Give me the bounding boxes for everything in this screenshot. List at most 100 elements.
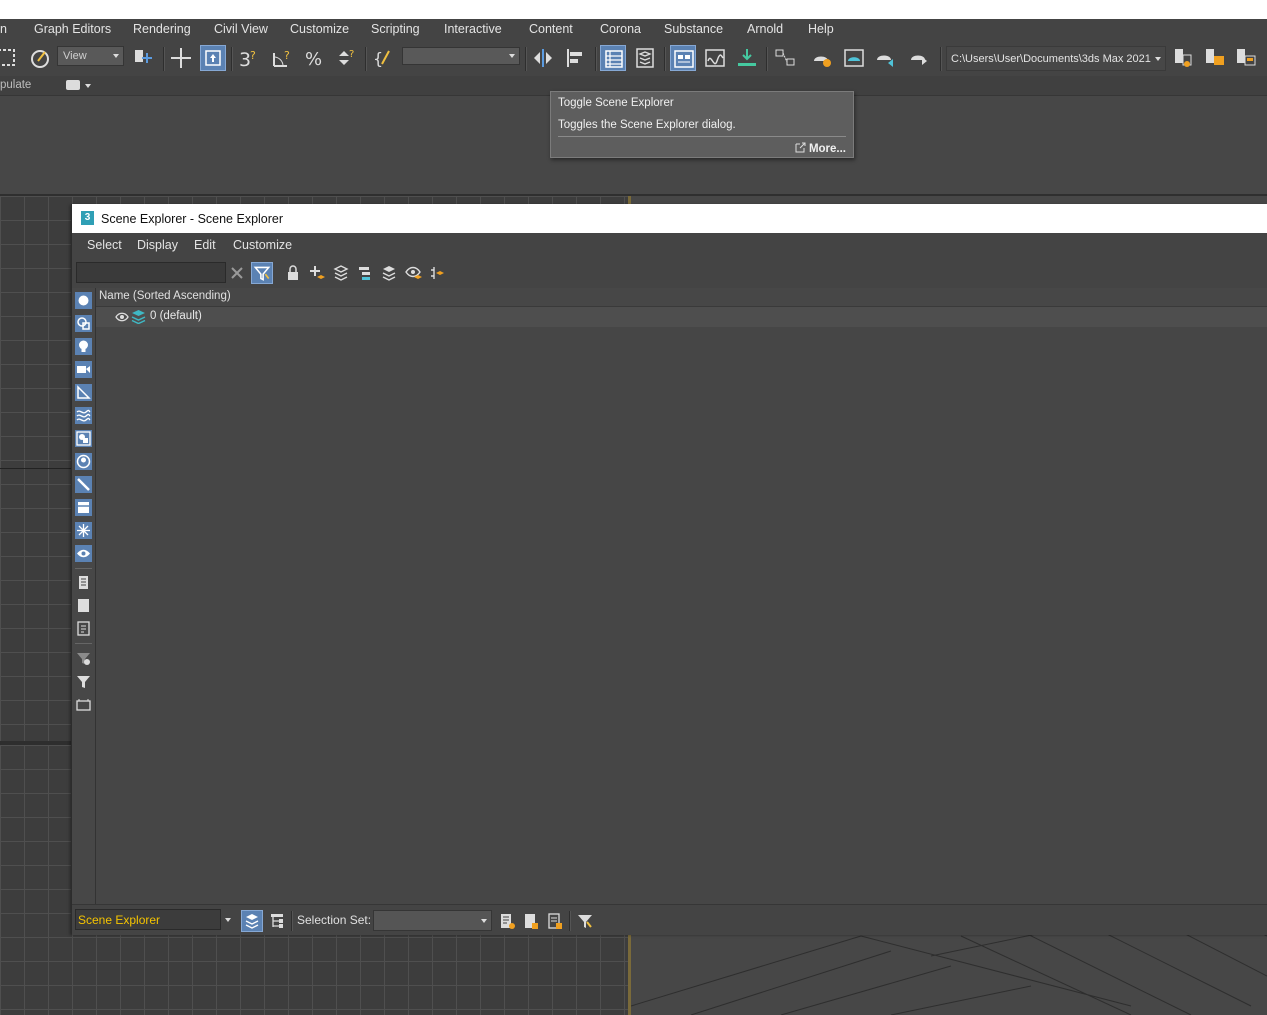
remove-from-selection-set-icon[interactable]	[545, 911, 565, 931]
se-menu-edit[interactable]: Edit	[194, 238, 216, 252]
display-filter-settings-icon[interactable]	[75, 650, 92, 667]
spinner-snap-icon[interactable]: ?	[333, 45, 359, 71]
project-folder-combo[interactable]: C:\Users\User\Documents\3ds Max 2021	[946, 46, 1166, 71]
select-manipulate-icon[interactable]	[168, 45, 194, 71]
list-item[interactable]: 0 (default)	[96, 307, 1267, 327]
display-space-warps-icon[interactable]	[75, 407, 92, 424]
display-all-icon[interactable]	[75, 574, 92, 591]
menu-item-partial[interactable]: n	[0, 22, 7, 36]
menu-substance[interactable]: Substance	[664, 22, 723, 36]
scene-search-input[interactable]	[76, 262, 226, 283]
display-xrefs-icon[interactable]	[75, 453, 92, 470]
keyboard-shortcut-toggle-icon[interactable]	[200, 45, 226, 71]
display-cameras-icon[interactable]	[75, 361, 92, 378]
main-toolbar: View 3? ? % ? { C:\Users\User\Documents\…	[0, 41, 1267, 76]
menu-rendering[interactable]: Rendering	[133, 22, 191, 36]
rendered-frame-window-icon[interactable]	[841, 45, 867, 71]
toggle-scene-explorer-icon[interactable]	[600, 45, 626, 71]
sort-by-hierarchy-icon[interactable]	[267, 911, 287, 931]
project-open-icon[interactable]	[1171, 45, 1197, 71]
scene-explorer-bottom-bar: Scene Explorer Selection Set:	[72, 904, 1267, 935]
percent-snap-icon[interactable]: %	[302, 45, 328, 71]
svg-text:?: ?	[250, 49, 256, 62]
scene-explorer-titlebar[interactable]: 3 Scene Explorer - Scene Explorer	[72, 204, 1267, 233]
filter-toggle-icon[interactable]	[251, 262, 273, 284]
display-filter-icon[interactable]	[75, 673, 92, 690]
add-to-active-layer-icon[interactable]	[332, 264, 350, 282]
visibility-eye-icon[interactable]	[115, 310, 129, 324]
mirror-icon[interactable]	[530, 45, 556, 71]
selection-set-combo[interactable]	[373, 910, 492, 931]
display-none-icon[interactable]	[75, 597, 92, 614]
tooltip-divider	[558, 136, 846, 137]
sort-by-layer-icon[interactable]	[380, 264, 398, 282]
display-hidden-icon[interactable]	[75, 545, 92, 562]
display-bones-icon[interactable]	[75, 476, 92, 493]
scene-explorer-toolbar	[72, 257, 1267, 288]
scene-explorer-menubar: Select Display Edit Customize	[72, 233, 1267, 257]
scene-explorer-list: Name (Sorted Ascending) 0 (default)	[96, 288, 1267, 904]
main-menubar: n Graph Editors Rendering Civil View Cus…	[0, 19, 1267, 42]
window-crossing-icon[interactable]	[27, 45, 53, 71]
tooltip-more-link[interactable]: More...	[795, 142, 846, 155]
create-new-layer-icon[interactable]	[308, 264, 326, 282]
project-create-icon[interactable]	[1202, 45, 1228, 71]
schematic-view-icon[interactable]	[734, 45, 760, 71]
se-menu-display[interactable]: Display	[137, 238, 178, 252]
explorer-name-field[interactable]: Scene Explorer	[75, 909, 221, 930]
reference-coordinate-combo[interactable]: View	[57, 46, 124, 66]
populate-tab-label[interactable]: pulate	[0, 79, 31, 91]
menu-help[interactable]: Help	[808, 22, 834, 36]
menu-corona[interactable]: Corona	[600, 22, 641, 36]
layer-icon	[131, 309, 146, 325]
menu-graph-editors[interactable]: Graph Editors	[34, 22, 111, 36]
ribbon-toggle-icon[interactable]	[670, 45, 696, 71]
menu-content[interactable]: Content	[529, 22, 573, 36]
select-filter-icon[interactable]	[575, 911, 595, 931]
select-children-icon[interactable]	[356, 264, 374, 282]
display-shapes-icon[interactable]	[75, 315, 92, 332]
se-menu-customize[interactable]: Customize	[233, 238, 292, 252]
explorer-name-dropdown-icon[interactable]	[225, 918, 231, 922]
edit-named-selection-icon[interactable]: {	[370, 45, 396, 71]
scene-explorer-window: 3 Scene Explorer - Scene Explorer Select…	[71, 204, 1267, 935]
clear-search-icon[interactable]	[228, 264, 246, 282]
layer-highlight-icon[interactable]	[428, 264, 446, 282]
layer-explorer-icon[interactable]	[632, 45, 658, 71]
display-frozen-icon[interactable]	[75, 522, 92, 539]
menu-customize[interactable]: Customize	[290, 22, 349, 36]
menu-civil-view[interactable]: Civil View	[214, 22, 268, 36]
pivot-center-icon[interactable]	[130, 45, 156, 71]
display-containers-icon[interactable]	[75, 499, 92, 516]
ribbon-minimize-icon[interactable]	[66, 80, 80, 90]
lock-cell-editing-icon[interactable]	[284, 264, 302, 282]
add-to-selection-set-icon[interactable]	[521, 911, 541, 931]
render-production-icon[interactable]	[873, 45, 899, 71]
material-editor-icon[interactable]	[772, 45, 798, 71]
select-region-icon[interactable]	[0, 45, 20, 71]
external-link-icon	[795, 142, 806, 153]
sort-by-layer-toggle-icon[interactable]	[241, 910, 263, 932]
project-save-icon[interactable]	[1233, 45, 1259, 71]
menu-interactive[interactable]: Interactive	[444, 22, 502, 36]
hide-unhide-icon[interactable]	[404, 264, 422, 282]
named-selection-combo[interactable]	[402, 47, 520, 65]
align-icon[interactable]	[563, 45, 589, 71]
ribbon-dropdown-icon[interactable]	[85, 84, 91, 88]
render-setup-icon[interactable]	[809, 45, 835, 71]
column-header-name[interactable]: Name (Sorted Ascending)	[96, 288, 1267, 307]
display-invert-icon[interactable]	[75, 620, 92, 637]
display-groups-icon[interactable]	[75, 430, 92, 447]
render-iterative-icon[interactable]	[906, 45, 932, 71]
menu-arnold[interactable]: Arnold	[747, 22, 783, 36]
curve-editor-icon[interactable]	[702, 45, 728, 71]
edit-selection-set-icon[interactable]	[497, 911, 517, 931]
snaps-toggle-icon[interactable]: 3?	[236, 45, 262, 71]
display-helpers-icon[interactable]	[75, 384, 92, 401]
angle-snap-icon[interactable]: ?	[269, 45, 295, 71]
menu-scripting[interactable]: Scripting	[371, 22, 420, 36]
se-menu-select[interactable]: Select	[87, 238, 122, 252]
display-lights-icon[interactable]	[75, 338, 92, 355]
display-geometry-icon[interactable]	[75, 292, 92, 309]
display-containers-toggle-icon[interactable]	[75, 696, 92, 713]
